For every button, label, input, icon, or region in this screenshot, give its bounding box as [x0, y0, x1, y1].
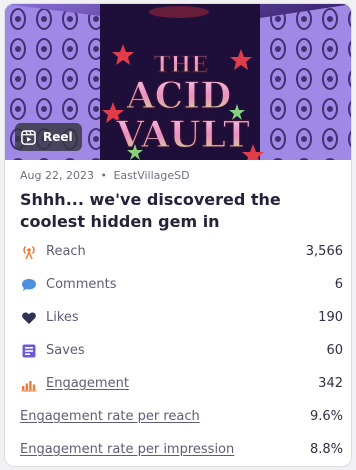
- thumb-text-vault: VAULT: [115, 114, 250, 156]
- reel-badge-label: Reel: [43, 130, 73, 144]
- reach-icon: [20, 244, 38, 260]
- metric-label: Comments: [46, 277, 117, 292]
- metric-value: 3,566: [305, 244, 343, 259]
- rate-value: 8.8%: [309, 442, 343, 457]
- metric-row-comments: Comments 6: [5, 268, 351, 301]
- metric-row-reach: Reach 3,566: [5, 235, 351, 268]
- post-account: EastVillageSD: [113, 169, 190, 182]
- reel-icon: [21, 129, 36, 145]
- metric-row-likes: Likes 190: [5, 301, 351, 334]
- rate-row-impression[interactable]: Engagement rate per impression 8.8%: [5, 433, 351, 466]
- meta-separator: •: [100, 169, 107, 182]
- engagement-icon: [20, 376, 38, 392]
- metric-label: Saves: [46, 343, 85, 358]
- engagement-rate-impression-link[interactable]: Engagement rate per impression: [20, 442, 310, 457]
- metric-row-engagement[interactable]: Engagement 342: [5, 367, 351, 400]
- metric-value: 342: [318, 376, 343, 391]
- post-meta: Aug 22, 2023 • EastVillageSD: [20, 169, 351, 182]
- engagement-link[interactable]: Engagement: [46, 376, 318, 391]
- heart-icon: [20, 310, 38, 326]
- reel-badge: Reel: [15, 123, 82, 151]
- rate-row-reach[interactable]: Engagement rate per reach 9.6%: [5, 400, 351, 433]
- comment-icon: [20, 277, 38, 293]
- post-card[interactable]: THE ACID VAULT Reel Aug 22, 2023 • EastV…: [4, 3, 352, 467]
- thumb-text-acid: ACID: [126, 75, 232, 117]
- saves-icon: [20, 343, 38, 359]
- metric-value: 60: [326, 343, 343, 358]
- post-thumbnail[interactable]: THE ACID VAULT Reel: [5, 4, 351, 160]
- metric-value: 190: [318, 310, 343, 325]
- metric-row-saves: Saves 60: [5, 334, 351, 367]
- rate-value: 9.6%: [309, 409, 343, 424]
- post-date: Aug 22, 2023: [20, 169, 94, 182]
- post-caption[interactable]: Shhh... we've discovered the coolest hid…: [20, 189, 339, 233]
- metric-label: Likes: [46, 310, 79, 325]
- metric-value: 6: [334, 277, 343, 292]
- metrics-list: Reach 3,566 Comments 6 Likes 190 Saves 6…: [5, 235, 351, 466]
- metric-label: Reach: [46, 244, 86, 259]
- engagement-rate-reach-link[interactable]: Engagement rate per reach: [20, 409, 310, 424]
